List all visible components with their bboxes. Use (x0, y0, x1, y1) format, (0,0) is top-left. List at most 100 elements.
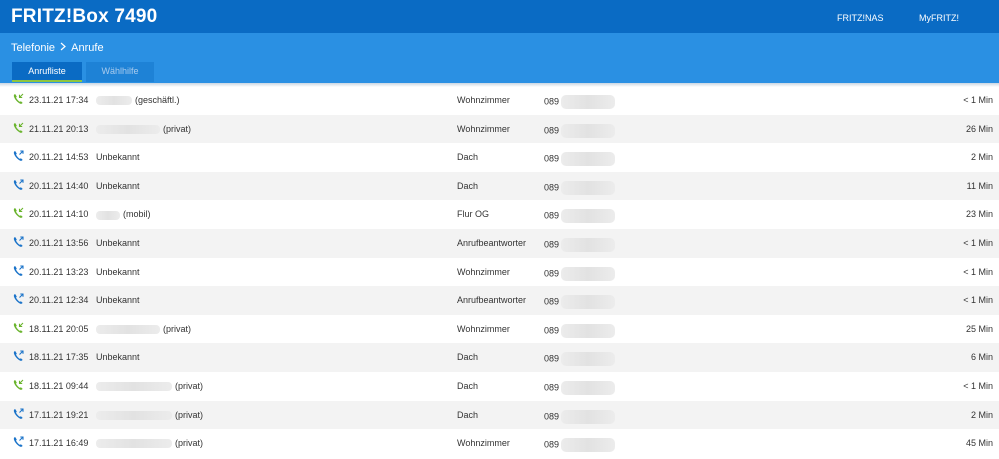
call-port: Anrufbeantworter (457, 237, 527, 248)
caller-name: Unbekannt (96, 152, 140, 163)
sub-header: Telefonie Anrufe Anrufliste Wählhilfe (0, 33, 999, 83)
call-duration: 2 Min (970, 409, 993, 420)
outgoing-call-icon (13, 236, 24, 248)
number-prefix: 089 (544, 382, 560, 393)
call-number: 089 (544, 180, 618, 195)
redacted-name (96, 124, 160, 134)
tab-anrufliste[interactable]: Anrufliste (12, 62, 82, 82)
call-datetime: 18.11.21 09:44 (29, 380, 89, 391)
call-datetime: 17.11.21 16:49 (29, 438, 89, 449)
incoming-call-icon (13, 122, 24, 134)
caller-name: (privat) (96, 410, 203, 420)
incoming-call-icon (13, 322, 24, 334)
call-datetime: 21.11.21 20:13 (29, 123, 89, 134)
caller-type: (privat) (175, 438, 204, 449)
call-duration: < 1 Min (963, 237, 993, 248)
call-duration: 25 Min (965, 323, 993, 334)
redacted-name (96, 324, 160, 334)
redacted-name (96, 210, 120, 220)
call-duration: < 1 Min (963, 266, 993, 277)
call-duration: 45 Min (965, 438, 993, 449)
number-prefix: 089 (544, 267, 560, 278)
call-row[interactable]: 20.11.21 13:23 Unbekannt Wohnzimmer 089 < 1 … (0, 258, 999, 287)
call-row[interactable]: 20.11.21 14:53 Unbekannt Dach 089 2 Min (0, 143, 999, 172)
incoming-call-icon (13, 379, 24, 391)
product-title: FRITZ!Box 7490 (11, 6, 158, 27)
call-number: 089 (544, 237, 618, 252)
outgoing-call-icon (13, 179, 24, 191)
call-duration: 26 Min (965, 123, 993, 134)
call-list: 23.11.21 17:34 (geschäftl.) Wohnzimmer 089 <… (0, 86, 999, 458)
tab-waehlhilfe[interactable]: Wählhilfe (86, 62, 154, 82)
call-datetime: 20.11.21 13:56 (29, 237, 89, 248)
number-prefix: 089 (544, 210, 560, 221)
call-datetime: 23.11.21 17:34 (29, 95, 89, 105)
call-number: 089 (544, 152, 618, 167)
caller-type: (privat) (175, 409, 204, 420)
call-datetime: 20.11.21 14:10 (29, 209, 89, 220)
call-port: Dach (457, 380, 479, 391)
call-number: 089 (544, 438, 618, 453)
chevron-right-icon (60, 42, 69, 54)
call-port: Dach (457, 409, 479, 420)
call-row[interactable]: 20.11.21 13:56 Unbekannt Anrufbeantworter 0… (0, 228, 999, 258)
call-datetime: 20.11.21 12:34 (29, 295, 89, 306)
redacted-number (561, 438, 616, 453)
redacted-number (561, 123, 616, 138)
outgoing-call-icon (13, 436, 24, 448)
redacted-name (96, 410, 172, 420)
call-duration: < 1 Min (963, 380, 993, 391)
fritz-nas-link[interactable]: FRITZ!NAS (837, 13, 884, 23)
call-row[interactable]: 20.11.21 14:10 (mobil) Flur OG 089 23 Min (0, 200, 999, 229)
caller-name: (privat) (96, 381, 203, 392)
call-port: Dach (457, 352, 479, 363)
call-number: 089 (544, 409, 618, 424)
call-datetime: 18.11.21 20:05 (29, 323, 89, 334)
redacted-name (96, 439, 172, 449)
caller-name: Unbekannt (96, 352, 140, 363)
number-prefix: 089 (544, 96, 560, 107)
call-row[interactable]: 18.11.21 09:44 (privat) Dach 089 < 1 Min (0, 372, 999, 401)
redacted-number (561, 95, 616, 109)
call-row[interactable]: 18.11.21 20:05 (privat) Wohnzimmer 089 25 Mi… (0, 315, 999, 344)
call-row[interactable]: 20.11.21 14:40 Unbekannt Dach 089 11 Min (0, 171, 999, 201)
call-datetime: 18.11.21 17:35 (29, 352, 89, 363)
call-port: Dach (457, 152, 479, 163)
caller-name: (geschäftl.) (96, 95, 180, 106)
caller-type: (privat) (163, 123, 192, 134)
call-number: 089 (544, 209, 618, 224)
call-datetime: 17.11.21 19:21 (29, 409, 89, 420)
call-row[interactable]: 23.11.21 17:34 (geschäftl.) Wohnzimmer 089 <… (0, 86, 999, 115)
call-port: Flur OG (457, 209, 490, 220)
call-duration: < 1 Min (963, 95, 993, 105)
call-number: 089 (544, 380, 618, 395)
caller-name: Unbekannt (96, 180, 140, 191)
call-row[interactable]: 21.11.21 20:13 (privat) Wohnzimmer 089 26 Mi… (0, 114, 999, 144)
outgoing-call-icon (13, 350, 24, 362)
redacted-number (561, 352, 616, 367)
incoming-call-icon (13, 207, 24, 219)
redacted-number (561, 323, 616, 338)
outgoing-call-icon (13, 407, 24, 420)
call-row[interactable]: 18.11.21 17:35 Unbekannt Dach 089 6 Min (0, 343, 999, 372)
call-number: 089 (544, 352, 618, 367)
redacted-number (561, 209, 616, 224)
redacted-number (561, 266, 616, 281)
breadcrumb-parent[interactable]: Telefonie (11, 42, 55, 54)
call-number: 089 (544, 295, 618, 310)
call-port: Wohnzimmer (457, 123, 510, 134)
caller-name: (privat) (96, 124, 191, 134)
number-prefix: 089 (544, 182, 560, 193)
call-datetime: 20.11.21 13:23 (29, 266, 89, 277)
call-duration: 2 Min (970, 152, 993, 163)
caller-type: (mobil) (123, 209, 151, 220)
myfritz-link[interactable]: MyFRITZ! (919, 13, 959, 23)
call-datetime: 20.11.21 14:40 (29, 180, 89, 191)
call-row[interactable]: 17.11.21 19:21 (privat) Dach 089 2 Min (0, 400, 999, 430)
call-row[interactable]: 17.11.21 16:49 (privat) Wohnzimmer 089 45 Mi… (0, 429, 999, 458)
call-row[interactable]: 20.11.21 12:34 Unbekannt Anrufbeantworter 0… (0, 286, 999, 315)
call-port: Anrufbeantworter (457, 295, 527, 306)
top-bar: FRITZ!Box 7490 FRITZ!NAS MyFRITZ! (0, 0, 999, 33)
redacted-number (561, 295, 616, 310)
call-duration: 6 Min (970, 352, 993, 363)
